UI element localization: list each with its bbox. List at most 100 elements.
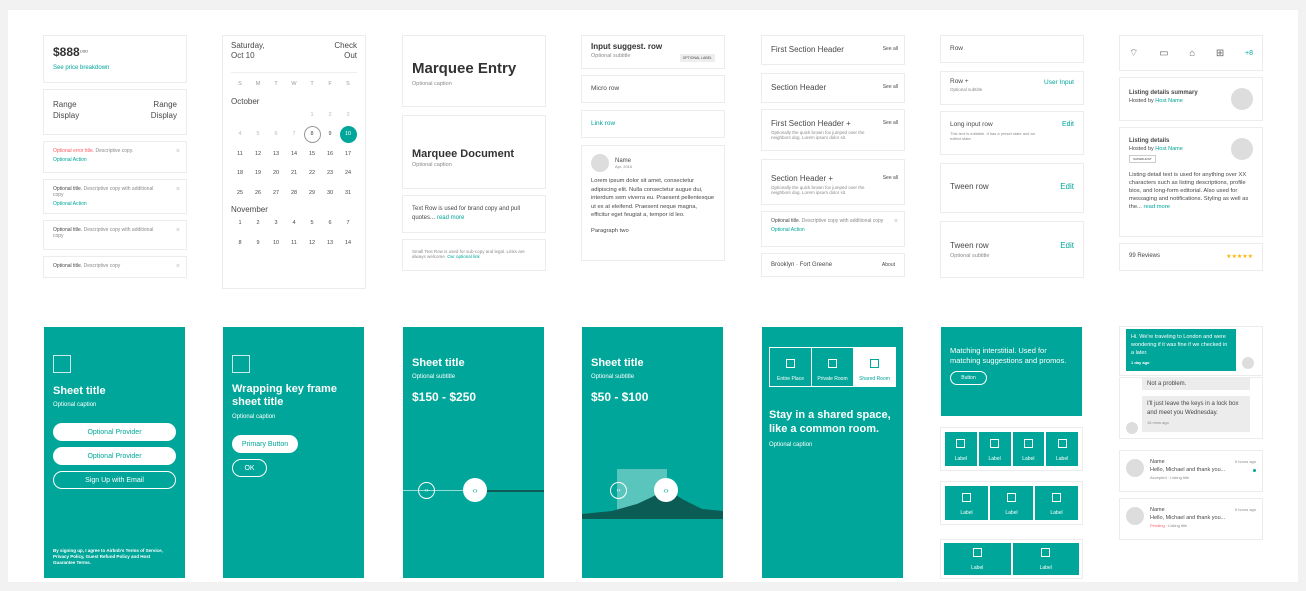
- link-row[interactable]: Link row: [582, 111, 724, 137]
- label-tile[interactable]: Label: [945, 432, 977, 466]
- calendar-day[interactable]: 14: [339, 234, 357, 254]
- calendar-day[interactable]: 9: [249, 234, 267, 254]
- calendar-end-date[interactable]: Check Out: [327, 41, 357, 72]
- calendar-day[interactable]: 10: [267, 234, 285, 254]
- close-icon[interactable]: ×: [176, 186, 180, 193]
- inbox-row[interactable]: Name 5 hours ago Hello, Michael and thank…: [1120, 499, 1262, 539]
- calendar-day[interactable]: 12: [303, 234, 321, 254]
- edit-link[interactable]: Edit: [1060, 182, 1074, 191]
- row[interactable]: Row: [941, 36, 1083, 62]
- calendar-day[interactable]: M: [249, 75, 267, 95]
- room-tile-shared[interactable]: Shared Room: [854, 348, 895, 386]
- read-more-link[interactable]: read more: [1144, 204, 1170, 210]
- slider-handle-max[interactable]: ‹›: [654, 478, 678, 502]
- micro-row[interactable]: Micro row: [582, 76, 724, 102]
- calendar-day[interactable]: 3: [339, 106, 357, 126]
- calendar-day[interactable]: 23: [321, 164, 339, 184]
- label-tile[interactable]: Label: [978, 432, 1011, 466]
- calendar-day[interactable]: 13: [321, 234, 339, 254]
- location-row[interactable]: Brooklyn · Fort Greene About: [762, 254, 904, 276]
- calendar-day[interactable]: 28: [285, 184, 303, 204]
- see-all-link[interactable]: See all: [883, 175, 898, 181]
- calendar-day[interactable]: 7: [339, 214, 357, 234]
- label-tile[interactable]: Label: [1012, 432, 1045, 466]
- edit-link[interactable]: Edit: [1060, 241, 1074, 250]
- tween-row[interactable]: Tween row Edit: [941, 164, 1083, 212]
- calendar-day[interactable]: 14: [285, 145, 303, 165]
- calendar-day[interactable]: 19: [249, 164, 267, 184]
- ok-button[interactable]: OK: [232, 459, 267, 477]
- calendar-day[interactable]: 24: [339, 164, 357, 184]
- label-tile[interactable]: Label: [944, 543, 1011, 575]
- close-icon[interactable]: ×: [176, 227, 180, 234]
- calendar-day[interactable]: 18: [231, 164, 249, 184]
- calendar-day[interactable]: 29: [303, 184, 321, 204]
- optional-link[interactable]: Our optional link: [447, 254, 480, 259]
- tween-row-subtitle[interactable]: Tween row Optional subtitle Edit: [941, 222, 1083, 277]
- calendar-day[interactable]: S: [231, 75, 249, 95]
- calendar-day[interactable]: 6: [321, 214, 339, 234]
- calendar-day[interactable]: 30: [321, 184, 339, 204]
- calendar-day[interactable]: 26: [249, 184, 267, 204]
- calendar-day[interactable]: 11: [285, 234, 303, 254]
- price-breakdown-link[interactable]: See price breakdown: [53, 65, 177, 71]
- room-tile-entire[interactable]: Entire Place: [770, 348, 812, 386]
- calendar-day[interactable]: 20: [267, 164, 285, 184]
- see-all-link[interactable]: See all: [883, 46, 898, 52]
- close-icon[interactable]: ×: [894, 218, 898, 225]
- signup-email-button[interactable]: Sign Up with Email: [53, 471, 176, 489]
- close-icon[interactable]: ×: [176, 148, 180, 155]
- label-tile[interactable]: Label: [945, 486, 988, 520]
- calendar-day[interactable]: 22: [303, 164, 321, 184]
- label-tile[interactable]: Label: [1035, 486, 1078, 520]
- calendar-day[interactable]: 2: [249, 214, 267, 234]
- calendar-day[interactable]: 5: [303, 214, 321, 234]
- input-suggest-row[interactable]: Input suggest. row Optional subtitle OPT…: [582, 36, 724, 68]
- calendar-day[interactable]: 13: [267, 145, 285, 165]
- slider-handle-min[interactable]: ‹›: [610, 482, 627, 499]
- slider-handle-max[interactable]: ‹›: [463, 478, 487, 502]
- reviews-row[interactable]: 99 Reviews ★★★★★: [1120, 244, 1262, 270]
- calendar-day[interactable]: 17: [339, 145, 357, 165]
- about-link[interactable]: About: [882, 262, 895, 268]
- interstitial-button[interactable]: Button: [950, 371, 987, 385]
- calendar-day[interactable]: 8: [303, 126, 321, 143]
- label-tile[interactable]: Label: [1012, 543, 1079, 575]
- user-input-value[interactable]: User Input: [1044, 79, 1074, 86]
- calendar-start-date[interactable]: Saturday, Oct 10: [231, 41, 276, 72]
- calendar-day[interactable]: S: [339, 75, 357, 95]
- calendar-day[interactable]: 1: [231, 214, 249, 234]
- slider-handle-min[interactable]: ‹›: [418, 482, 435, 499]
- see-all-link[interactable]: See all: [883, 120, 898, 126]
- calendar-day[interactable]: 5: [249, 125, 267, 145]
- calendar-day[interactable]: T: [267, 75, 285, 95]
- calendar-day[interactable]: 10: [339, 126, 357, 143]
- calendar-day[interactable]: F: [321, 75, 339, 95]
- calendar-day[interactable]: 11: [231, 145, 249, 165]
- provider-button[interactable]: Optional Provider: [53, 423, 176, 441]
- amenities-more[interactable]: +8: [1245, 50, 1253, 57]
- alert-action[interactable]: Optional Action: [771, 227, 895, 233]
- calendar-day[interactable]: 1: [303, 106, 321, 126]
- calendar-day[interactable]: 27: [267, 184, 285, 204]
- calendar-day[interactable]: 8: [231, 234, 249, 254]
- see-all-link[interactable]: See all: [883, 84, 898, 90]
- host-name-link[interactable]: Host Name: [1155, 98, 1183, 104]
- calendar-day[interactable]: 21: [285, 164, 303, 184]
- long-input-row[interactable]: Long input row This text is editable. It…: [941, 112, 1083, 154]
- calendar-day[interactable]: 31: [339, 184, 357, 204]
- calendar-day[interactable]: 12: [249, 145, 267, 165]
- calendar-day[interactable]: 15: [303, 145, 321, 165]
- error-action[interactable]: Optional Action: [53, 157, 177, 163]
- provider-button[interactable]: Optional Provider: [53, 447, 176, 465]
- calendar-day[interactable]: 4: [285, 214, 303, 234]
- label-tile[interactable]: Label: [1046, 432, 1078, 466]
- edit-link[interactable]: Edit: [1062, 121, 1074, 128]
- calendar-day[interactable]: 6: [267, 125, 285, 145]
- label-tile[interactable]: Label: [990, 486, 1033, 520]
- read-more-link[interactable]: read more: [437, 215, 464, 221]
- calendar-day[interactable]: 7: [285, 125, 303, 145]
- row-plus[interactable]: Row + Optional subtitle User Input: [941, 72, 1083, 104]
- room-tile-private[interactable]: Private Room: [812, 348, 854, 386]
- calendar-day[interactable]: 9: [321, 125, 339, 145]
